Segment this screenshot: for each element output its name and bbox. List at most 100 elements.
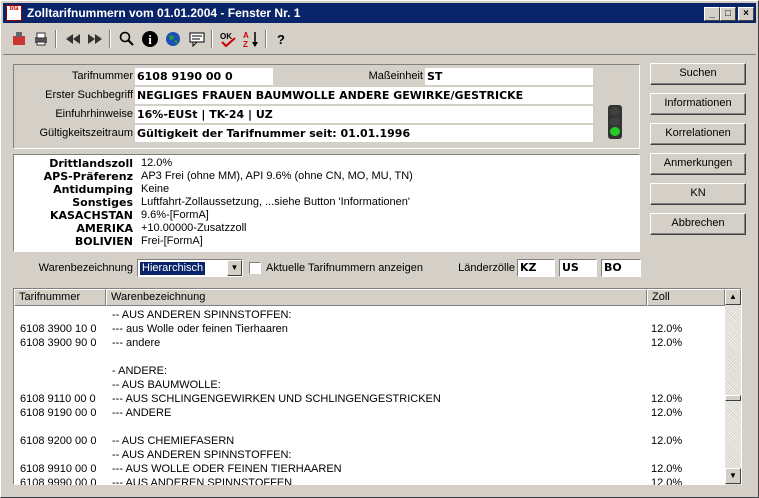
column-header-warenbezeichnung[interactable]: Warenbezeichnung bbox=[106, 289, 647, 306]
abbrechen-button[interactable]: Abbrechen bbox=[650, 213, 746, 235]
minimize-button[interactable]: _ bbox=[704, 7, 720, 21]
cell-tarifnummer: 6108 9110 00 0 bbox=[20, 393, 96, 405]
cell-tarifnummer: 6108 9200 00 0 bbox=[20, 435, 97, 447]
info-icon[interactable]: i bbox=[140, 29, 160, 49]
duty-label: Antidumping bbox=[53, 183, 133, 196]
comment-icon[interactable] bbox=[187, 29, 207, 49]
land-field-kz[interactable]: KZ bbox=[517, 259, 555, 277]
window-title: Zolltarifnummern vom 01.01.2004 - Fenste… bbox=[27, 6, 301, 20]
table-row[interactable]: -- AUS ANDEREN SPINNSTOFFEN: bbox=[14, 449, 724, 463]
help-icon[interactable]: ? bbox=[271, 29, 291, 49]
globe-icon[interactable] bbox=[163, 29, 183, 49]
aktuelle-checkbox[interactable] bbox=[249, 262, 261, 274]
land-field-bo[interactable]: BO bbox=[601, 259, 641, 277]
svg-text:OK: OK bbox=[220, 32, 232, 41]
close-button[interactable]: × bbox=[738, 7, 754, 21]
warenbezeichnung-select[interactable]: Hierarchisch ▼ bbox=[137, 259, 243, 277]
maximize-button[interactable]: □ bbox=[720, 7, 736, 21]
cell-warenbezeichnung: --- aus Wolle oder feinen Tierhaaren bbox=[112, 323, 288, 335]
duty-value: +10.00000-Zusatzzoll bbox=[141, 222, 247, 234]
scroll-down-icon[interactable]: ▼ bbox=[725, 468, 741, 484]
table-row[interactable]: 6108 3900 10 0 --- aus Wolle oder feinen … bbox=[14, 323, 724, 337]
duty-value: Keine bbox=[141, 183, 170, 195]
table-row[interactable] bbox=[14, 351, 724, 365]
sort-az-icon[interactable]: AZ bbox=[241, 29, 261, 49]
kn-button[interactable]: KN bbox=[650, 183, 746, 205]
svg-text:i: i bbox=[148, 32, 152, 47]
column-header-zoll[interactable]: Zoll bbox=[647, 289, 725, 306]
erster-suchbegriff-field[interactable]: NEGLIGES FRAUEN BAUMWOLLE ANDERE GEWIRKE… bbox=[135, 87, 593, 104]
table-row[interactable]: 6108 9200 00 0 -- AUS CHEMIEFASERN 12.0% bbox=[14, 435, 724, 449]
masseinheit-field[interactable]: ST bbox=[425, 68, 593, 85]
table-row[interactable]: 6108 9110 00 0 --- AUS SCHLINGENGEWIRKEN … bbox=[14, 393, 724, 407]
traffic-light-yellow bbox=[610, 117, 620, 126]
cell-zoll: 12.0% bbox=[651, 337, 683, 349]
chevron-down-icon[interactable]: ▼ bbox=[227, 260, 242, 276]
anmerkungen-button[interactable]: Anmerkungen bbox=[650, 153, 746, 175]
cell-warenbezeichnung: --- AUS WOLLE ODER FEINEN TIERHAAREN bbox=[112, 463, 342, 475]
einfuhrhinweise-label: Einfuhrhinweise bbox=[55, 108, 133, 120]
traffic-light-green bbox=[610, 127, 620, 136]
main-window: bfa Zolltarifnummern vom 01.01.2004 - Fe… bbox=[0, 0, 759, 498]
land-field-us[interactable]: US bbox=[559, 259, 597, 277]
duty-value: Frei-[FormA] bbox=[141, 235, 203, 247]
cell-zoll: 12.0% bbox=[651, 435, 683, 447]
cell-warenbezeichnung: --- AUS ANDEREN SPINNSTOFFEN bbox=[112, 477, 293, 485]
duty-value: AP3 Frei (ohne MM), API 9.6% (ohne CN, M… bbox=[141, 170, 413, 182]
gueltigkeitszeitraum-label: Gültigkeitszeitraum bbox=[39, 127, 133, 139]
table-row[interactable]: 6108 9910 00 0 --- AUS WOLLE ODER FEINEN … bbox=[14, 463, 724, 477]
svg-text:Z: Z bbox=[243, 40, 248, 48]
search-icon[interactable] bbox=[117, 29, 137, 49]
next-icon[interactable] bbox=[85, 29, 105, 49]
gueltigkeitszeitraum-field[interactable]: Gültigkeit der Tarifnummer seit: 01.01.1… bbox=[135, 125, 593, 142]
duty-label: BOLIVIEN bbox=[74, 235, 133, 248]
svg-text:A: A bbox=[243, 31, 249, 40]
scroll-up-icon[interactable]: ▲ bbox=[725, 289, 741, 305]
table-row[interactable]: 6108 9990 00 0 --- AUS ANDEREN SPINNSTOFF… bbox=[14, 477, 724, 485]
masseinheit-label: Maßeinheit bbox=[368, 70, 423, 82]
table-row[interactable]: -- AUS ANDEREN SPINNSTOFFEN: bbox=[14, 309, 724, 323]
table-row[interactable]: -- AUS BAUMWOLLE: bbox=[14, 379, 724, 393]
cell-warenbezeichnung: --- ANDERE bbox=[112, 407, 172, 419]
duty-label: APS-Präferenz bbox=[43, 170, 133, 183]
cell-warenbezeichnung: -- AUS BAUMWOLLE: bbox=[112, 379, 221, 391]
cell-warenbezeichnung: -- AUS ANDEREN SPINNSTOFFEN: bbox=[112, 449, 292, 461]
spellcheck-icon[interactable]: OK bbox=[218, 29, 238, 49]
title-bar[interactable]: bfa Zolltarifnummern vom 01.01.2004 - Fe… bbox=[3, 3, 756, 23]
cell-tarifnummer: 6108 3900 90 0 bbox=[20, 337, 97, 349]
table-row[interactable]: 6108 9190 00 0 --- ANDERE 12.0% bbox=[14, 407, 724, 421]
cell-tarifnummer: 6108 3900 10 0 bbox=[20, 323, 97, 335]
app-icon-text: bfa bbox=[9, 6, 19, 12]
duty-label: Sonstiges bbox=[72, 196, 133, 209]
tarifnummer-field[interactable]: 6108 9190 00 0 bbox=[135, 68, 273, 85]
toolbar: i OK AZ ? bbox=[3, 25, 756, 55]
print-icon[interactable] bbox=[31, 29, 51, 49]
duty-label: Drittlandszoll bbox=[49, 157, 133, 170]
table-row[interactable]: - ANDERE: bbox=[14, 365, 724, 379]
table-body: -- AUS ANDEREN SPINNSTOFFEN: 6108 3900 1… bbox=[14, 307, 724, 485]
warenbezeichnung-selected: Hierarchisch bbox=[140, 262, 206, 275]
cell-zoll: 12.0% bbox=[651, 323, 683, 335]
informationen-button[interactable]: Informationen bbox=[650, 93, 746, 115]
suchen-button[interactable]: Suchen bbox=[650, 63, 746, 85]
erster-suchbegriff-label: Erster Suchbegriff bbox=[45, 89, 133, 101]
previous-icon[interactable] bbox=[63, 29, 83, 49]
cell-tarifnummer: 6108 9910 00 0 bbox=[20, 463, 97, 475]
app-icon[interactable]: bfa bbox=[6, 5, 22, 21]
einfuhrhinweise-field[interactable]: 16%-EUSt | TK-24 | UZ bbox=[135, 106, 593, 123]
column-header-tarifnummer[interactable]: Tarifnummer bbox=[14, 289, 106, 306]
cell-tarifnummer: 6108 9190 00 0 bbox=[20, 407, 97, 419]
cell-tarifnummer: 6108 9990 00 0 bbox=[20, 477, 97, 485]
cell-zoll: 12.0% bbox=[651, 463, 683, 475]
duty-label: AMERIKA bbox=[76, 222, 133, 235]
scroll-thumb[interactable] bbox=[725, 395, 741, 401]
table-row[interactable] bbox=[14, 421, 724, 435]
vertical-scrollbar[interactable]: ▲ ▼ bbox=[725, 289, 741, 485]
exit-icon[interactable] bbox=[9, 29, 29, 49]
duty-value: 9.6%-[FormA] bbox=[141, 209, 209, 221]
table-row[interactable]: 6108 3900 90 0 --- andere 12.0% bbox=[14, 337, 724, 351]
cell-warenbezeichnung: --- andere bbox=[112, 337, 161, 349]
cell-zoll: 12.0% bbox=[651, 407, 683, 419]
aktuelle-label: Aktuelle Tarifnummern anzeigen bbox=[266, 262, 423, 274]
korrelationen-button[interactable]: Korrelationen bbox=[650, 123, 746, 145]
